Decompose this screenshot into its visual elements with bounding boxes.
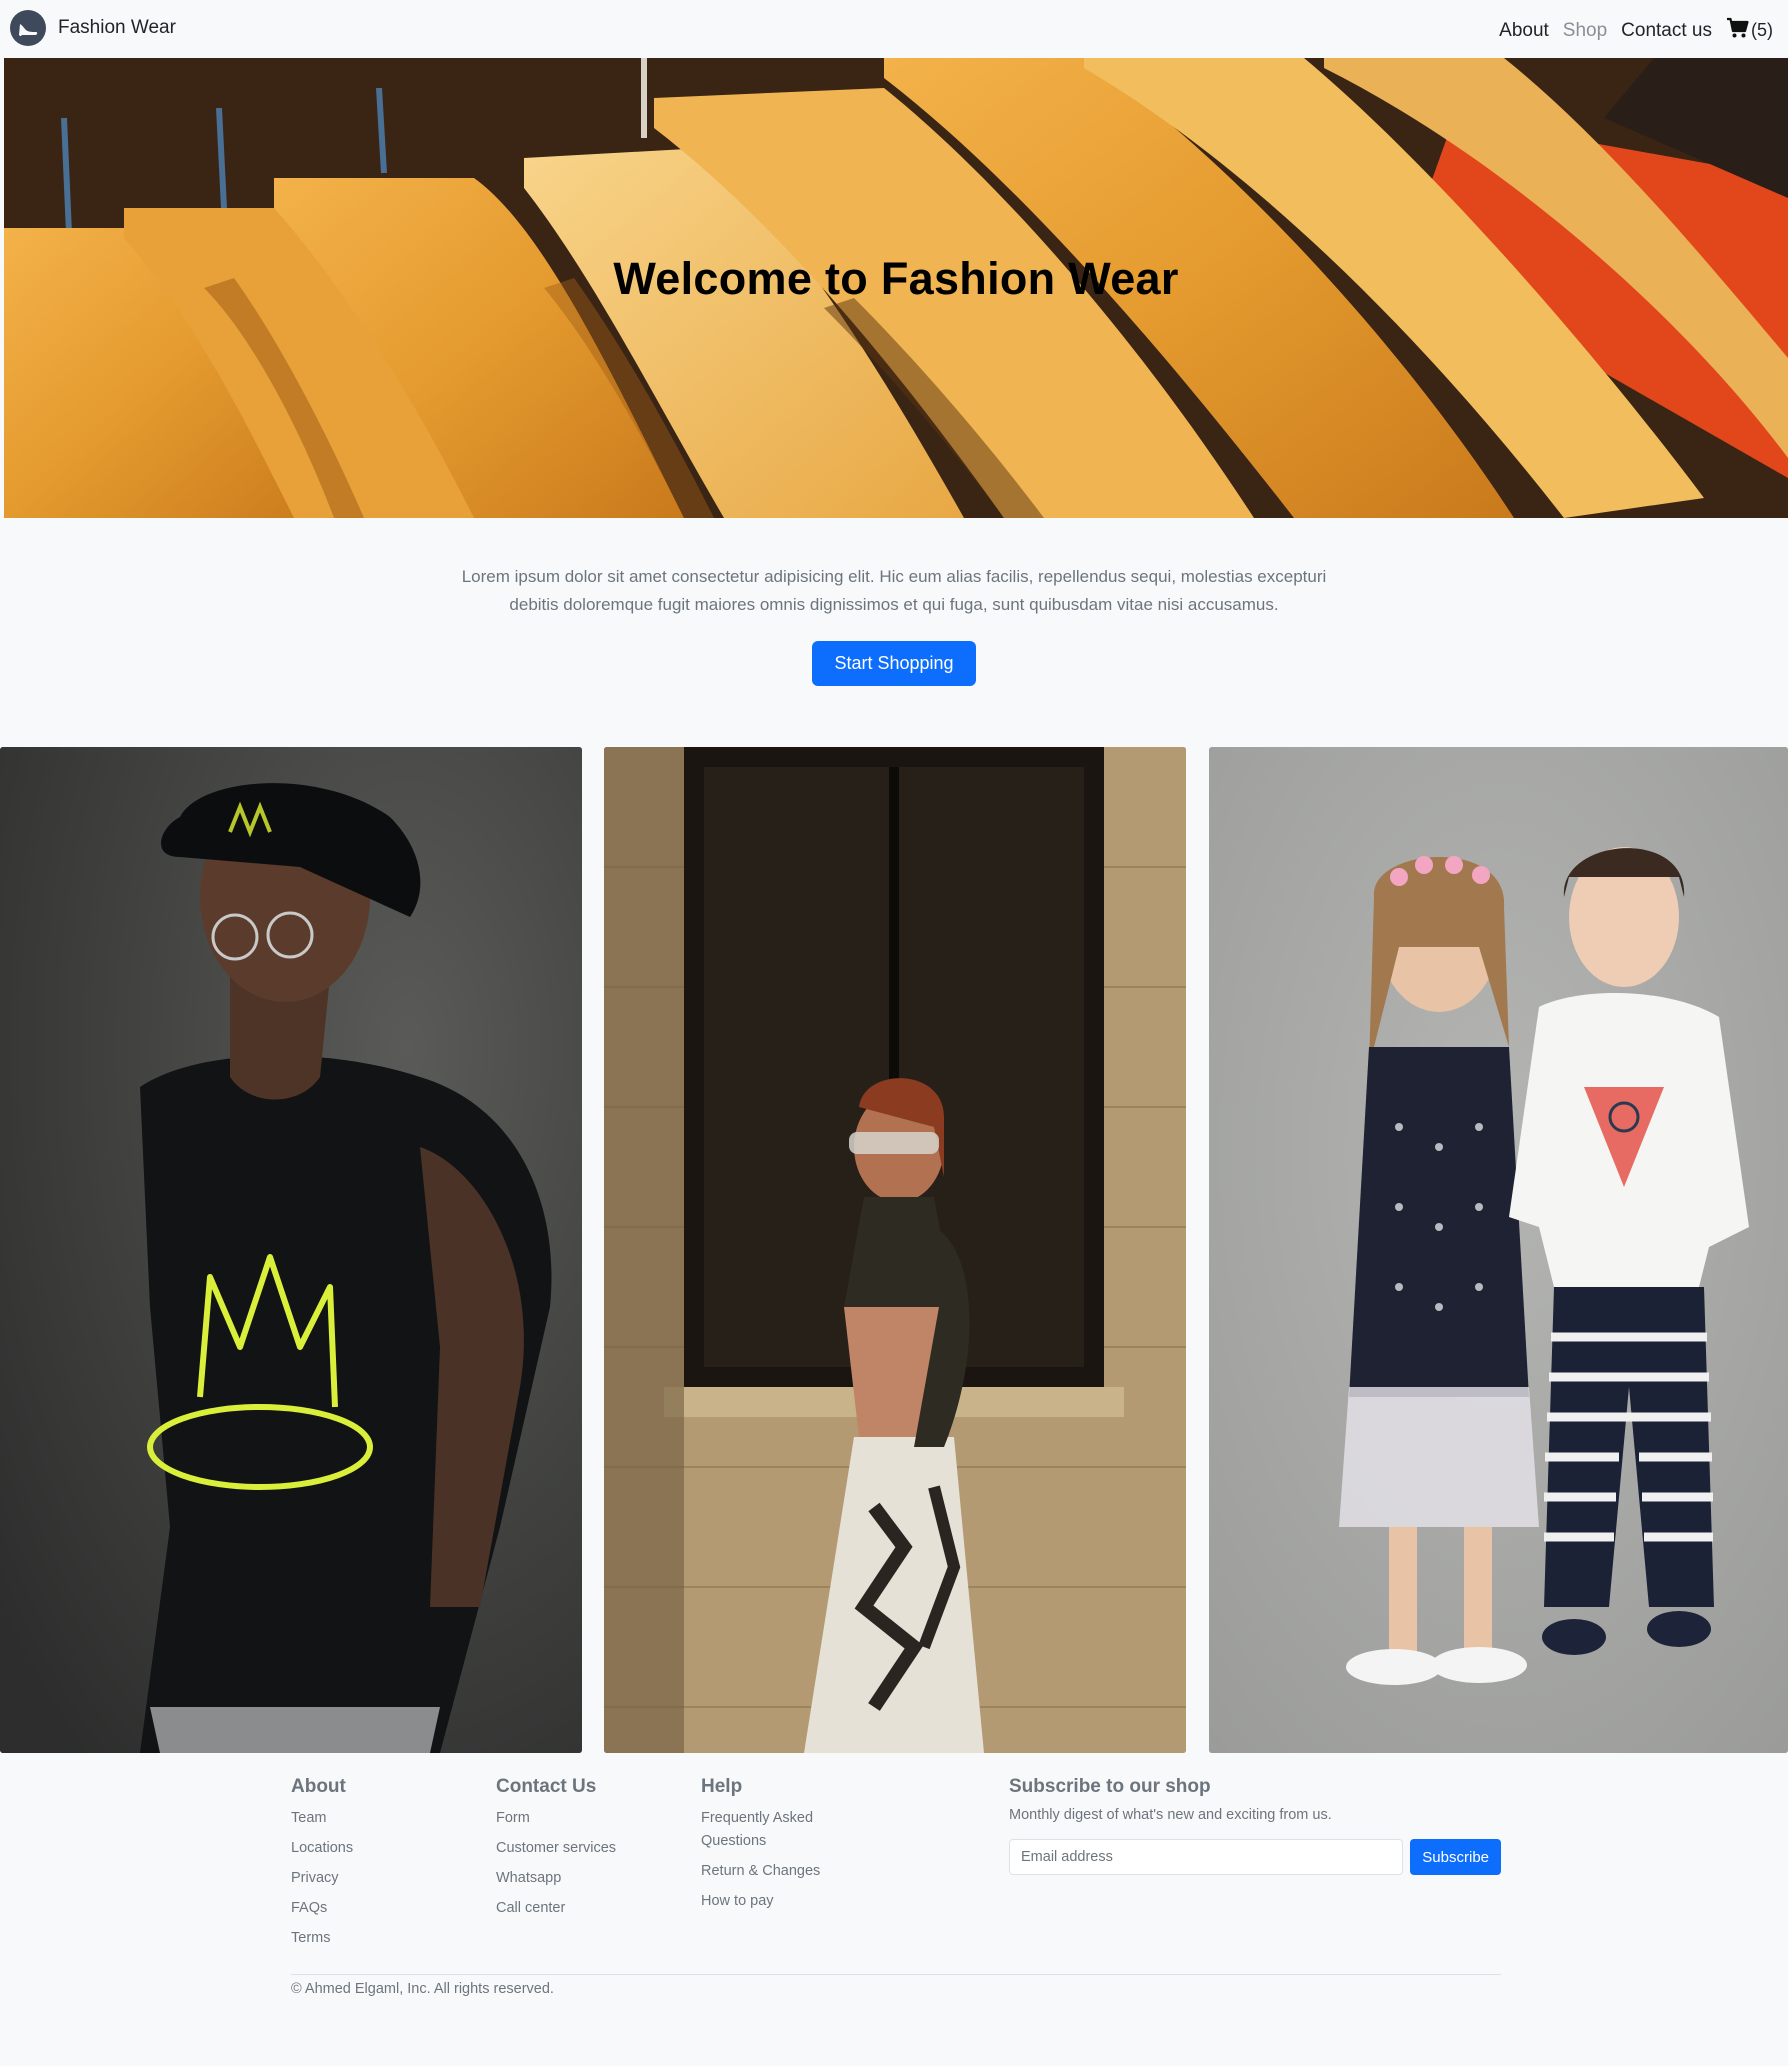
start-shopping-button[interactable]: Start Shopping xyxy=(812,641,976,686)
navbar: Fashion Wear About Shop Contact us (5) xyxy=(0,0,1788,58)
footer-subscribe-column: Subscribe to our shop Monthly digest of … xyxy=(1009,1776,1501,1875)
footer-contact-heading: Contact Us xyxy=(496,1776,597,1797)
product-photo-men[interactable] xyxy=(0,747,582,1753)
email-field[interactable] xyxy=(1009,1839,1404,1875)
footer-link-locations[interactable]: Locations xyxy=(291,1837,353,1860)
footer-help-column: Help Frequently Asked Questions Return &… xyxy=(701,1776,851,1920)
footer-link-return-changes[interactable]: Return & Changes xyxy=(701,1860,851,1883)
product-photo-kids[interactable] xyxy=(1209,747,1788,1753)
footer-link-how-to-pay[interactable]: How to pay xyxy=(701,1890,851,1913)
men-fashion-image xyxy=(0,747,582,1753)
cart-link[interactable]: (5) xyxy=(1726,16,1773,45)
subscribe-button[interactable]: Subscribe xyxy=(1410,1839,1501,1875)
footer-contact-list: Form Customer services Whatsapp Call cen… xyxy=(496,1807,616,1920)
brand-name: Fashion Wear xyxy=(58,17,176,38)
footer-link-team[interactable]: Team xyxy=(291,1807,353,1830)
intro-section: Lorem ipsum dolor sit amet consectetur a… xyxy=(0,563,1788,686)
footer-link-faqs[interactable]: FAQs xyxy=(291,1897,353,1920)
high-heel-shoe-icon xyxy=(10,10,46,46)
footer-about-heading: About xyxy=(291,1776,346,1797)
footer-contact-column: Contact Us Form Customer services Whatsa… xyxy=(496,1776,616,1927)
subscribe-heading: Subscribe to our shop xyxy=(1009,1776,1211,1797)
footer-about-list: Team Locations Privacy FAQs Terms xyxy=(291,1807,353,1950)
nav-link-contact[interactable]: Contact us xyxy=(1621,20,1712,42)
hero-banner: Welcome to Fashion Wear xyxy=(4,58,1788,518)
subscribe-form: Subscribe xyxy=(1009,1839,1501,1875)
intro-text: Lorem ipsum dolor sit amet consectetur a… xyxy=(461,567,1327,614)
women-fashion-image xyxy=(604,747,1186,1753)
footer-link-faq[interactable]: Frequently Asked Questions xyxy=(701,1807,851,1852)
nav-links: About Shop Contact us (5) xyxy=(1485,16,1773,45)
footer-help-heading: Help xyxy=(701,1776,743,1797)
footer-link-customer-services[interactable]: Customer services xyxy=(496,1837,616,1860)
footer-link-whatsapp[interactable]: Whatsapp xyxy=(496,1867,616,1890)
footer-link-terms[interactable]: Terms xyxy=(291,1927,353,1950)
footer-divider xyxy=(291,1974,1501,1975)
footer-link-privacy[interactable]: Privacy xyxy=(291,1867,353,1890)
product-photo-women[interactable] xyxy=(604,747,1186,1753)
brand-link[interactable]: Fashion Wear xyxy=(10,10,176,46)
nav-link-about[interactable]: About xyxy=(1499,20,1549,42)
footer-link-call-center[interactable]: Call center xyxy=(496,1897,616,1920)
cart-count: (5) xyxy=(1751,20,1773,40)
nav-link-shop[interactable]: Shop xyxy=(1563,20,1607,42)
footer-about-column: About Team Locations Privacy FAQs Terms xyxy=(291,1776,353,1957)
footer-help-list: Frequently Asked Questions Return & Chan… xyxy=(701,1807,851,1912)
footer-link-form[interactable]: Form xyxy=(496,1807,616,1830)
copyright-text: © Ahmed Elgaml, Inc. All rights reserved… xyxy=(291,1981,554,1997)
kids-fashion-image xyxy=(1209,747,1788,1753)
subscribe-description: Monthly digest of what's new and excitin… xyxy=(1009,1807,1332,1823)
hero-title: Welcome to Fashion Wear xyxy=(613,253,1179,304)
shopping-cart-icon xyxy=(1726,16,1751,45)
